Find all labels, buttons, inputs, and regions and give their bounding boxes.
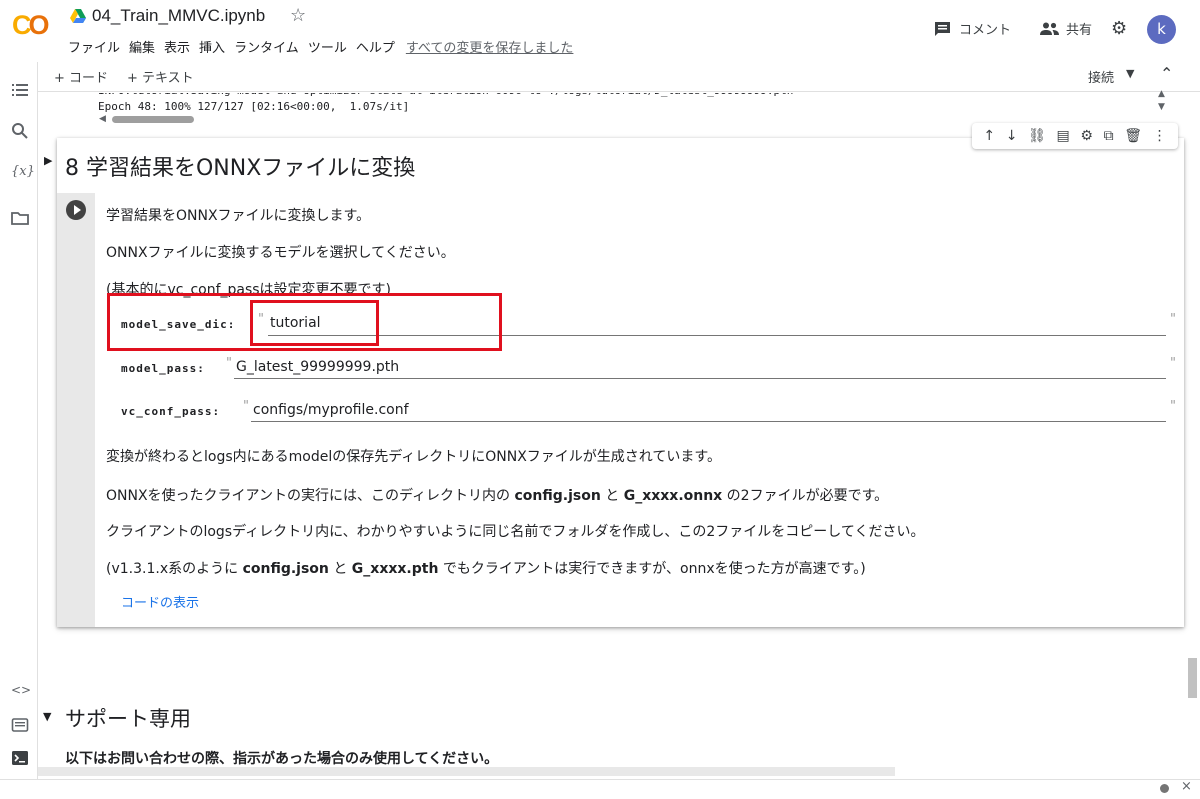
section-heading: 8 学習結果をONNXファイルに変換 [65,156,416,181]
vc-conf-pass-input[interactable]: configs/myprofile.conf [253,402,409,418]
description-text: ONNXを使ったクライアントの実行には、このディレクトリ内の config.js… [106,488,889,504]
intro-text: 学習結果をONNXファイルに変換します。 [106,208,371,224]
intro-text: ONNXファイルに変換するモデルを選択してください。 [106,245,455,261]
description-text: 変換が終わるとlogs内にあるmodelの保存先ディレクトリにONNXファイルが… [106,449,721,465]
save-status-link[interactable]: すべての変更を保存しました [406,37,574,56]
notebook-title[interactable]: 04_Train_MMVC.ipynb [92,6,265,26]
status-indicator[interactable] [1160,784,1169,793]
input-underline [251,421,1166,422]
chevron-up-icon[interactable]: ⌃ [1160,64,1173,83]
field-label: vc_conf_pass: [121,405,221,418]
table-of-contents-icon[interactable] [11,81,29,99]
add-text-button[interactable]: + テキスト [127,67,194,86]
cell-toolbar: ↑ ↓ ⛓ ▤ ⚙ ⧉ 🗑 ⋮ [972,123,1178,149]
section-expand-icon[interactable]: ▶ [44,154,52,167]
colab-logo[interactable]: CO [12,10,56,46]
quote-mark: " [226,356,232,371]
menu-tools[interactable]: ツール [308,37,347,56]
delete-icon[interactable]: 🗑 [1124,128,1142,144]
move-up-icon[interactable]: ↑ [983,128,995,144]
input-underline [234,378,1166,379]
quote-mark: " [243,399,249,414]
menu-help[interactable]: ヘルプ [356,37,395,56]
section-heading: サポート専用 [65,707,191,731]
comment-icon[interactable]: ▤ [1056,128,1069,144]
comment-label: コメント [959,23,1012,38]
people-icon [1040,22,1059,35]
variables-icon[interactable]: {x} [11,164,35,182]
share-label: 共有 [1066,23,1093,38]
command-palette-icon[interactable] [11,716,29,734]
more-icon[interactable]: ⋮ [1153,128,1167,144]
model-pass-input[interactable]: G_latest_99999999.pth [236,359,399,375]
quote-mark: " [1170,312,1176,327]
description-text: (v1.3.1.x系のように config.json と G_xxxx.pth … [106,561,866,577]
google-drive-icon [70,9,86,23]
output-hscroll-thumb[interactable] [112,116,194,123]
close-icon[interactable]: × [1181,779,1192,794]
search-icon[interactable] [11,122,29,140]
mirror-cell-icon[interactable]: ⧉ [1104,128,1114,144]
code-snippets-icon[interactable]: <> [11,683,31,701]
section-collapse-icon[interactable]: ▼ [43,710,51,723]
notebook-toolbar: + コード + テキスト 接続 ▼ ⌃ [38,62,1200,92]
comment-button[interactable]: コメント [934,19,1011,38]
menu-bar: ファイル 編集 表示 挿入 ランタイム ツール ヘルプ すべての変更を保存しまし… [68,37,582,56]
comment-icon [935,21,950,36]
scroll-left-icon[interactable]: ◀ [99,114,106,124]
app-header: CO 04_Train_MMVC.ipynb ☆ ファイル 編集 表示 挿入 ラ… [0,0,1200,62]
menu-file[interactable]: ファイル [68,37,120,56]
menu-insert[interactable]: 挿入 [199,37,225,56]
link-icon[interactable]: ⛓ [1028,128,1046,144]
menu-view[interactable]: 表示 [164,37,190,56]
status-bar [0,779,1200,799]
horizontal-scrollbar[interactable] [38,767,895,776]
menu-edit[interactable]: 編集 [129,37,155,56]
quote-mark: " [1170,399,1176,414]
description-text: クライアントのlogsディレクトリ内に、わかりやすいように同じ名前でフォルダを作… [106,524,925,540]
show-code-link[interactable]: コードの表示 [121,592,199,611]
chevron-down-icon[interactable]: ▼ [1126,67,1134,80]
gear-icon[interactable]: ⚙ [1080,128,1093,144]
connect-button[interactable]: 接続 [1088,67,1114,86]
support-text: 以下はお問い合わせの際、指示があった場合のみ使用してください。 [65,751,499,767]
run-cell-button[interactable] [66,200,86,220]
add-code-button[interactable]: + コード [54,67,108,86]
code-cell-gutter [57,193,95,627]
share-button[interactable]: 共有 [1040,19,1092,38]
output-scroll-arrows[interactable]: ▲ ▼ [1158,88,1165,114]
move-down-icon[interactable]: ↓ [1006,128,1018,144]
left-rail: {x} <> [0,62,38,779]
quote-mark: " [1170,356,1176,371]
terminal-icon[interactable] [11,749,29,767]
avatar[interactable]: k [1147,15,1176,44]
gear-icon[interactable]: ⚙ [1111,18,1127,39]
field-label: model_pass: [121,362,205,375]
highlight-box [250,300,379,346]
folder-icon[interactable] [11,209,29,227]
vertical-scrollbar-thumb[interactable] [1188,658,1197,698]
star-icon[interactable]: ☆ [290,5,306,26]
output-line: Epoch 48: 100% 127/127 [02:16<00:00, 1.0… [98,100,410,113]
menu-runtime[interactable]: ランタイム [234,37,299,56]
